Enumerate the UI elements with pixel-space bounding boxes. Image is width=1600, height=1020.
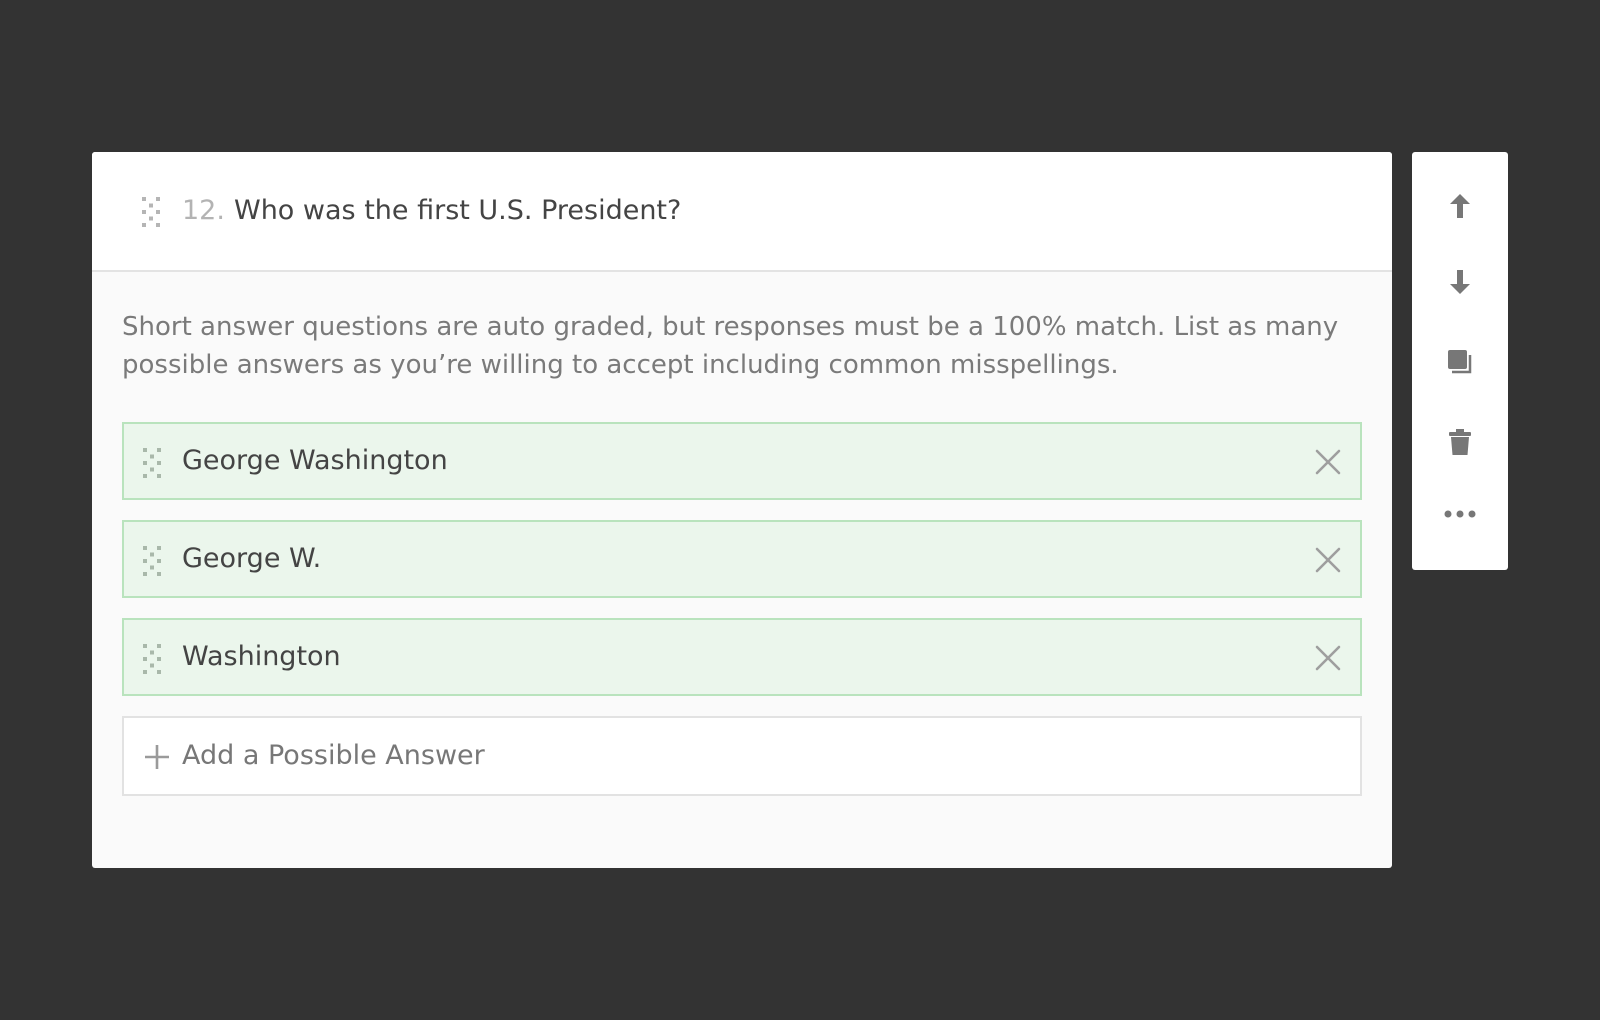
remove-answer-close-icon[interactable] [1312,446,1344,478]
duplicate-icon[interactable] [1440,342,1480,382]
drag-handle-icon[interactable] [140,197,162,227]
question-number: 12. [182,195,225,226]
add-answer-input[interactable]: Add a Possible Answer [122,716,1362,796]
drag-handle-icon[interactable] [141,644,163,674]
answer-row[interactable]: George Washington [122,422,1362,500]
drag-handle-icon[interactable] [141,448,163,478]
trash-icon[interactable] [1440,422,1480,462]
answer-row[interactable]: Washington [122,618,1362,696]
remove-answer-close-icon[interactable] [1312,642,1344,674]
plus-icon [144,744,170,770]
drag-handle-icon[interactable] [141,546,163,576]
question-toolbar [1412,152,1508,570]
question-title[interactable]: Who was the first U.S. President? [234,193,681,229]
instructions-text: Short answer questions are auto graded, … [122,312,1339,380]
question-header: 12. Who was the first U.S. President? [92,152,1392,272]
answer-text[interactable]: George Washington [182,443,448,479]
more-icon[interactable] [1440,494,1480,534]
remove-answer-close-icon[interactable] [1312,544,1344,576]
add-answer-placeholder: Add a Possible Answer [182,740,485,771]
answer-row[interactable]: George W. [122,520,1362,598]
arrow-up-icon[interactable] [1440,186,1480,226]
question-body: Short answer questions are auto graded, … [92,272,1392,796]
arrow-down-icon[interactable] [1440,262,1480,302]
question-card: 12. Who was the first U.S. President? Sh… [92,152,1392,868]
answer-text[interactable]: Washington [182,639,341,675]
answer-text[interactable]: George W. [182,541,321,577]
